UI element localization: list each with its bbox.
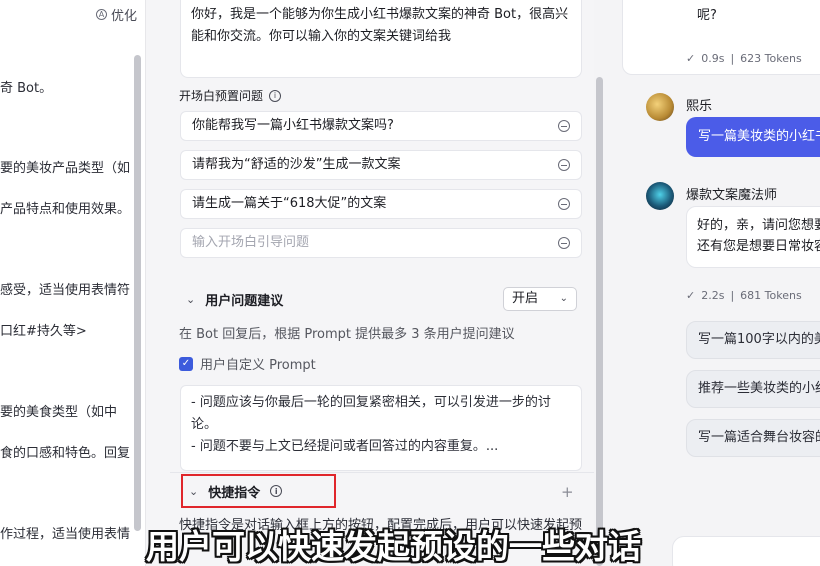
preset-questions-label: 开场白预置问题 (179, 89, 264, 103)
prompt-text-line[interactable]: 感受，适当使用表情符 (0, 279, 130, 298)
custom-prompt-line: - 问题应该与你最后一轮的回复紧密相关，可以引发进一步的讨 (191, 395, 551, 410)
chat-input[interactable] (672, 536, 820, 566)
info-icon[interactable]: i (270, 485, 283, 497)
avatar (646, 182, 674, 210)
avatar (646, 93, 674, 121)
check-icon: ✓ (686, 52, 696, 65)
preset-question-text: 请生成一篇关于“618大促”的文案 (192, 196, 387, 211)
add-shortcut-icon[interactable]: + (561, 483, 574, 501)
preset-question-text: 你能帮我写一篇小红书爆款文案吗? (192, 118, 394, 133)
prompt-text-line[interactable]: 要的美妆产品类型（如 (0, 157, 130, 176)
token-count: 623 Tokens (740, 52, 802, 65)
optimize-icon: A (96, 9, 107, 20)
prompt-editor-panel: A 优化 奇 Bot。 要的美妆产品类型（如 产品特点和使用效果。 感受，适当使… (0, 0, 146, 566)
custom-prompt-label: 用户自定义 Prompt (200, 358, 316, 373)
prompt-text-line[interactable]: 食的口感和特色。回复 (0, 442, 130, 461)
greeting-text-line: 你好，我是一个能够为你生成小红书爆款文案的神奇 Bot，很高兴 (191, 7, 569, 22)
user-message-bubble: 写一篇美妆类的小红书 (686, 117, 820, 157)
optimize-label: 优化 (111, 9, 138, 24)
check-icon: ✓ (686, 289, 696, 302)
response-time: 2.2s (701, 289, 725, 302)
suggested-question-chip[interactable]: 写一篇100字以内的美妆 (686, 321, 820, 359)
meta-separator: | (730, 52, 735, 65)
preset-question-new-input[interactable]: 输入开场白引导问题 (180, 228, 582, 258)
greeting-text-line: 能和你交流。你可以输入你的文案关键词给我 (191, 29, 452, 44)
message-meta: ✓ 0.9s | 623 Tokens (686, 52, 802, 65)
preset-question-input[interactable]: 你能帮我写一篇小红书爆款文案吗? (180, 111, 582, 141)
info-icon[interactable]: i (269, 89, 282, 102)
bot-message-bubble: 好的，亲，请问您想要 还有您是想要日常妆容 (686, 206, 820, 268)
bot-name: 爆款文案魔法师 (686, 188, 778, 203)
user-suggestions-header[interactable]: ⌄ 用户问题建议 (186, 290, 283, 309)
meta-separator: | (730, 289, 735, 302)
prompt-text-line[interactable]: 要的美食类型（如中 (0, 401, 117, 420)
suggested-question-chip[interactable]: 推荐一些美妆类的小红书 (686, 370, 820, 408)
remove-circle-icon[interactable] (558, 198, 570, 210)
preset-question-placeholder: 输入开场白引导问题 (192, 235, 310, 250)
preview-chat-panel (609, 0, 820, 566)
remove-circle-icon[interactable] (558, 120, 570, 132)
prompt-text-line[interactable]: 产品特点和使用效果。 (0, 198, 130, 217)
video-caption: 用户可以快速发起预设的一些对话 (146, 527, 641, 566)
preset-question-text: 请帮我为“舒适的沙发”生成一款文案 (192, 157, 401, 172)
chevron-down-icon: ⌄ (559, 293, 568, 304)
user-name: 熙乐 (686, 99, 713, 114)
remove-circle-icon[interactable] (558, 159, 570, 171)
prompt-text-line[interactable]: 奇 Bot。 (0, 77, 52, 96)
panel-gutter (146, 0, 160, 566)
middle-scrollbar[interactable] (596, 77, 603, 566)
custom-prompt-textarea[interactable]: - 问题应该与你最后一轮的回复紧密相关，可以引发进一步的讨 论。 - 问题不要与… (180, 385, 582, 471)
preset-questions-heading: 开场白预置问题 i (179, 87, 282, 104)
response-time: 0.9s (701, 52, 725, 65)
suggestions-toggle-select[interactable]: 开启 ⌄ (503, 287, 577, 311)
custom-prompt-line: - 问题不要与上文已经提问或者回答过的内容重复。... (191, 439, 499, 454)
message-meta: ✓ 2.2s | 681 Tokens (686, 289, 802, 302)
opening-greeting-field[interactable]: 你好，我是一个能够为你生成小红书爆款文案的神奇 Bot，很高兴 能和你交流。你可… (180, 0, 582, 78)
shortcut-commands-header[interactable]: ⌄ 快捷指令 i (181, 474, 336, 508)
chevron-down-icon[interactable]: ⌄ (186, 293, 195, 306)
previous-message-text: 呢? (697, 8, 717, 23)
remove-circle-icon[interactable] (558, 237, 570, 249)
suggested-question-chip[interactable]: 写一篇适合舞台妆容的 (686, 419, 820, 457)
custom-prompt-line: 论。 (191, 417, 218, 432)
chevron-down-icon[interactable]: ⌄ (189, 485, 198, 498)
shortcut-commands-title: 快捷指令 (208, 485, 261, 501)
suggestions-description: 在 Bot 回复后，根据 Prompt 提供最多 3 条用户提问建议 (179, 327, 515, 342)
bot-message-line: 好的，亲，请问您想要 (697, 218, 820, 233)
checkbox-checked-icon[interactable]: ✓ (179, 356, 193, 371)
custom-prompt-checkbox-row[interactable]: ✓ 用户自定义 Prompt (179, 354, 316, 373)
preset-question-input[interactable]: 请帮我为“舒适的沙发”生成一款文案 (180, 150, 582, 180)
prompt-text-line[interactable]: 作过程，适当使用表情 (0, 523, 130, 542)
section-divider (170, 472, 594, 473)
suggestions-toggle-value: 开启 (512, 291, 539, 306)
prompt-text-line[interactable]: 口红#持久等> (0, 320, 87, 339)
preset-question-input[interactable]: 请生成一篇关于“618大促”的文案 (180, 189, 582, 219)
user-suggestions-title: 用户问题建议 (205, 294, 284, 309)
left-scrollbar[interactable] (134, 55, 141, 531)
bot-message-line: 还有您是想要日常妆容 (697, 239, 820, 254)
optimize-button[interactable]: A 优化 (96, 5, 137, 24)
token-count: 681 Tokens (740, 289, 802, 302)
